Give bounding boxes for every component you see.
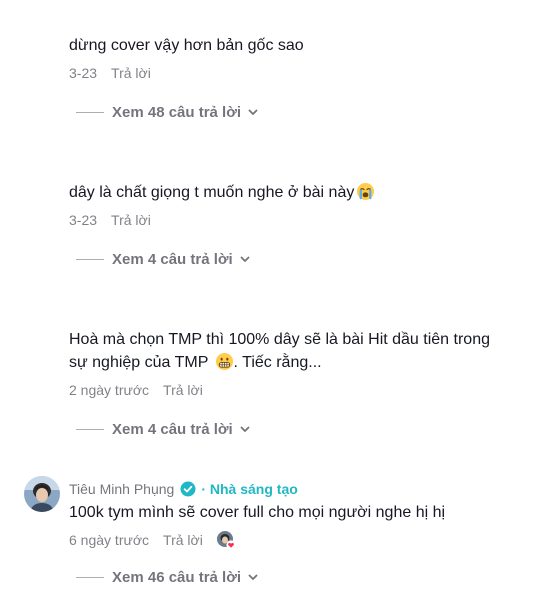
reply-button[interactable]: Trả lời (111, 212, 151, 228)
view-replies-label: Xem 46 câu trả lời (112, 568, 242, 586)
comment-1: dừng cover vậy hơn bản gốc sao 3-23 Trả … (69, 34, 526, 84)
reply-button[interactable]: Trả lời (163, 382, 203, 398)
view-replies-button[interactable]: Xem 46 câu trả lời (76, 565, 259, 589)
comment-meta: 3-23 Trả lời (69, 209, 526, 231)
comment-text-line-2: sự nghiệp của TMP (69, 354, 209, 371)
reply-button[interactable]: Trả lời (163, 532, 203, 548)
view-replies-button[interactable]: Xem 4 câu trả lời (76, 417, 251, 441)
author-row: Tiêu Minh Phụng · Nhà sáng tạo (69, 479, 526, 499)
comment-4: Tiêu Minh Phụng · Nhà sáng tạo 100k tym … (69, 479, 526, 551)
comment-text-tail: . Tiếc rằng... (233, 354, 322, 371)
chevron-down-icon (240, 426, 250, 432)
creator-liked-icon (216, 530, 236, 550)
loudly-crying-emoji-icon (357, 182, 375, 201)
comment-meta: 6 ngày trước Trả lời (69, 529, 526, 551)
author-name[interactable]: Tiêu Minh Phụng (69, 481, 174, 497)
creator-badge-label: Nhà sáng tạo (209, 481, 298, 497)
comment-text: dây là chất giọng t muốn nghe ở bài này (69, 181, 526, 204)
avatar[interactable] (24, 476, 60, 512)
verified-check-icon (180, 481, 196, 497)
comment-date: 3-23 (69, 212, 98, 228)
comment-text-body: dây là chất giọng t muốn nghe ở bài này (69, 184, 355, 201)
grimacing-emoji-icon (215, 352, 233, 371)
comment-2: dây là chất giọng t muốn nghe ở bài này … (69, 181, 526, 231)
comment-date: 3-23 (69, 65, 98, 81)
comment-date: 6 ngày trước (69, 532, 150, 548)
reply-button[interactable]: Trả lời (111, 65, 151, 81)
divider-line (76, 111, 104, 113)
user-avatar-image (24, 476, 60, 512)
view-replies-button[interactable]: Xem 48 câu trả lời (76, 100, 259, 124)
comment-date: 2 ngày trước (69, 382, 150, 398)
comment-text: 100k tym mình sẽ cover full cho mọi ngườ… (69, 504, 446, 521)
comment-text: Hoà mà chọn TMP thì 100% dây sẽ là bài H… (69, 328, 526, 374)
divider-line (76, 576, 104, 578)
divider-line (76, 428, 104, 430)
creator-liked-avatar-icon (216, 531, 236, 550)
comment-meta: 3-23 Trả lời (69, 62, 526, 84)
chevron-down-icon (248, 574, 258, 580)
view-replies-button[interactable]: Xem 4 câu trả lời (76, 247, 251, 271)
comment-text: dừng cover vậy hơn bản gốc sao (69, 37, 304, 54)
comment-meta: 2 ngày trước Trả lời (69, 379, 526, 401)
creator-badge: · Nhà sáng tạo (201, 481, 298, 497)
divider-line (76, 258, 104, 260)
chevron-down-icon (248, 109, 258, 115)
chevron-down-icon (240, 256, 250, 262)
comment-3: Hoà mà chọn TMP thì 100% dây sẽ là bài H… (69, 328, 526, 401)
view-replies-label: Xem 4 câu trả lời (112, 420, 233, 438)
view-replies-label: Xem 4 câu trả lời (112, 250, 233, 268)
view-replies-label: Xem 48 câu trả lời (112, 103, 242, 121)
comment-text-line-1: Hoà mà chọn TMP thì 100% dây sẽ là bài H… (69, 331, 490, 348)
